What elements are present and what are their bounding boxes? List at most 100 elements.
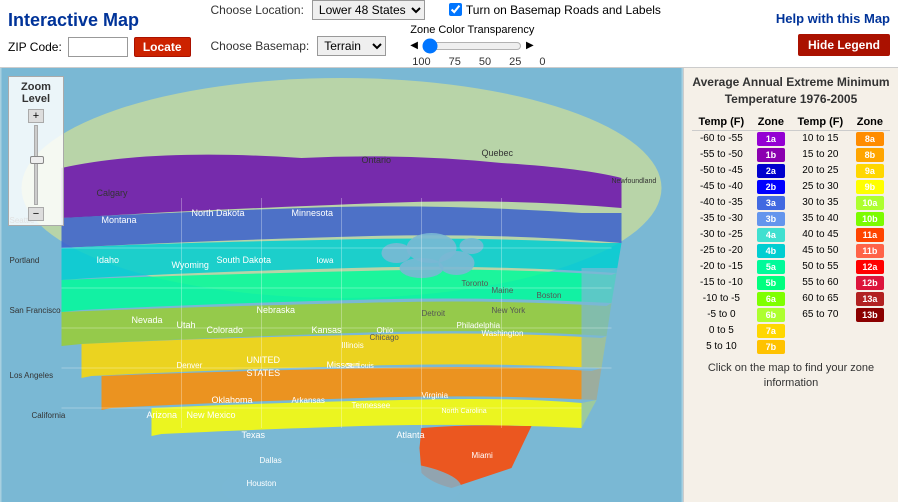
legend-row: -15 to -105b55 to 6012b [692,275,890,291]
zoom-slider-container: + − [15,109,57,221]
zoom-control: Zoom Level + − [8,76,64,226]
svg-text:Illinois: Illinois [342,341,364,350]
legend-zone1: 3a [751,195,791,211]
legend-zone2: 9a [850,163,890,179]
title-area: Interactive Map ZIP Code: Locate [8,10,191,57]
hide-legend-button[interactable]: Hide Legend [798,34,890,56]
svg-text:New York: New York [492,306,527,315]
legend-zone2: 9b [850,179,890,195]
legend-row: -40 to -353a30 to 3510a [692,195,890,211]
svg-text:Portland: Portland [10,256,40,265]
choose-location-label: Choose Location: [211,3,304,17]
legend-temp2: 55 to 60 [791,275,850,291]
legend-zone1: 1b [751,147,791,163]
svg-text:New Mexico: New Mexico [187,410,236,420]
legend-table: Temp (F) Zone Temp (F) Zone -60 to -551a… [692,114,890,355]
legend-row: -35 to -303b35 to 4010b [692,211,890,227]
legend-temp1: -5 to 0 [692,307,751,323]
legend-temp2: 45 to 50 [791,243,850,259]
transparency-slider[interactable] [422,38,522,54]
col-zone1-header: Zone [751,114,791,131]
basemap-roads-checkbox[interactable] [449,3,462,16]
legend-zone1: 2a [751,163,791,179]
svg-text:Nevada: Nevada [132,315,163,325]
legend-zone1: 7b [751,339,791,355]
legend-temp2: 35 to 40 [791,211,850,227]
legend-temp1: -40 to -35 [692,195,751,211]
svg-text:Maine: Maine [492,286,514,295]
svg-text:North Carolina: North Carolina [442,408,487,415]
zoom-out-button[interactable]: − [28,207,44,221]
svg-text:Detroit: Detroit [422,309,446,318]
svg-text:St. Louis: St. Louis [347,363,375,370]
col-zone2-header: Zone [850,114,890,131]
svg-text:Newfoundland: Newfoundland [612,178,657,185]
legend-zone2: 11b [850,243,890,259]
col-temp1-header: Temp (F) [692,114,751,131]
legend-temp1: -10 to -5 [692,291,751,307]
legend-temp2: 40 to 45 [791,227,850,243]
legend-panel: Average Annual Extreme Minimum Temperatu… [683,68,898,502]
legend-zone1: 1a [751,130,791,147]
svg-text:Washington: Washington [482,329,524,338]
svg-text:Toronto: Toronto [462,279,489,288]
legend-zone2: 10a [850,195,890,211]
legend-zone2: 13a [850,291,890,307]
header: Interactive Map ZIP Code: Locate Choose … [0,0,898,68]
legend-temp2: 30 to 35 [791,195,850,211]
legend-temp2: 20 to 25 [791,163,850,179]
legend-temp2: 50 to 55 [791,259,850,275]
zip-input[interactable] [68,37,128,57]
zoom-thumb[interactable] [30,156,44,164]
legend-row: -60 to -551a10 to 158a [692,130,890,147]
legend-temp1: -15 to -10 [692,275,751,291]
header-right: Help with this Map Hide Legend [776,11,890,56]
svg-text:Colorado: Colorado [207,325,244,335]
legend-zone2: 10b [850,211,890,227]
basemap-roads-label: Turn on Basemap Roads and Labels [466,3,661,17]
legend-footer: Click on the map to find your zone infor… [692,361,890,392]
legend-zone1: 5a [751,259,791,275]
legend-temp2: 10 to 15 [791,130,850,147]
legend-temp1: 5 to 10 [692,339,751,355]
locate-button[interactable]: Locate [134,37,191,57]
legend-zone2 [850,339,890,355]
svg-text:Arizona: Arizona [147,410,178,420]
svg-text:Los Angeles: Los Angeles [10,371,54,380]
transparency-label: Zone Color Transparency [410,24,545,36]
svg-text:Kansas: Kansas [312,325,343,335]
location-select[interactable]: Lower 48 States Alaska Hawaii [312,0,425,20]
svg-text:Montana: Montana [102,215,137,225]
legend-row: -45 to -402b25 to 309b [692,179,890,195]
zoom-in-button[interactable]: + [28,109,44,123]
basemap-select[interactable]: Terrain Satellite Street Topo [317,36,386,56]
legend-temp2 [791,339,850,355]
svg-text:Houston: Houston [247,479,277,488]
legend-zone2: 12a [850,259,890,275]
map-svg[interactable]: Calgary Ontario Quebec Seattle Portland … [0,68,683,502]
legend-temp1: -60 to -55 [692,130,751,147]
legend-temp2: 65 to 70 [791,307,850,323]
map-container[interactable]: Zoom Level + − [0,68,683,502]
svg-text:Chicago: Chicago [370,333,400,342]
legend-zone2: 13b [850,307,890,323]
svg-text:California: California [32,411,66,420]
legend-temp1: -55 to -50 [692,147,751,163]
legend-temp1: -35 to -30 [692,211,751,227]
legend-row: -50 to -452a20 to 259a [692,163,890,179]
legend-temp1: -50 to -45 [692,163,751,179]
help-link[interactable]: Help with this Map [776,11,890,26]
legend-tbody: -60 to -551a10 to 158a-55 to -501b15 to … [692,130,890,355]
legend-temp2: 15 to 20 [791,147,850,163]
legend-zone1: 5b [751,275,791,291]
legend-zone2: 12b [850,275,890,291]
legend-temp1: -30 to -25 [692,227,751,243]
svg-text:Boston: Boston [537,291,562,300]
svg-text:Denver: Denver [177,361,203,370]
page-title: Interactive Map [8,10,191,31]
zoom-track [34,125,38,205]
svg-text:Texas: Texas [242,430,266,440]
col-temp2-header: Temp (F) [791,114,850,131]
legend-row: 5 to 107b [692,339,890,355]
legend-zone1: 4b [751,243,791,259]
